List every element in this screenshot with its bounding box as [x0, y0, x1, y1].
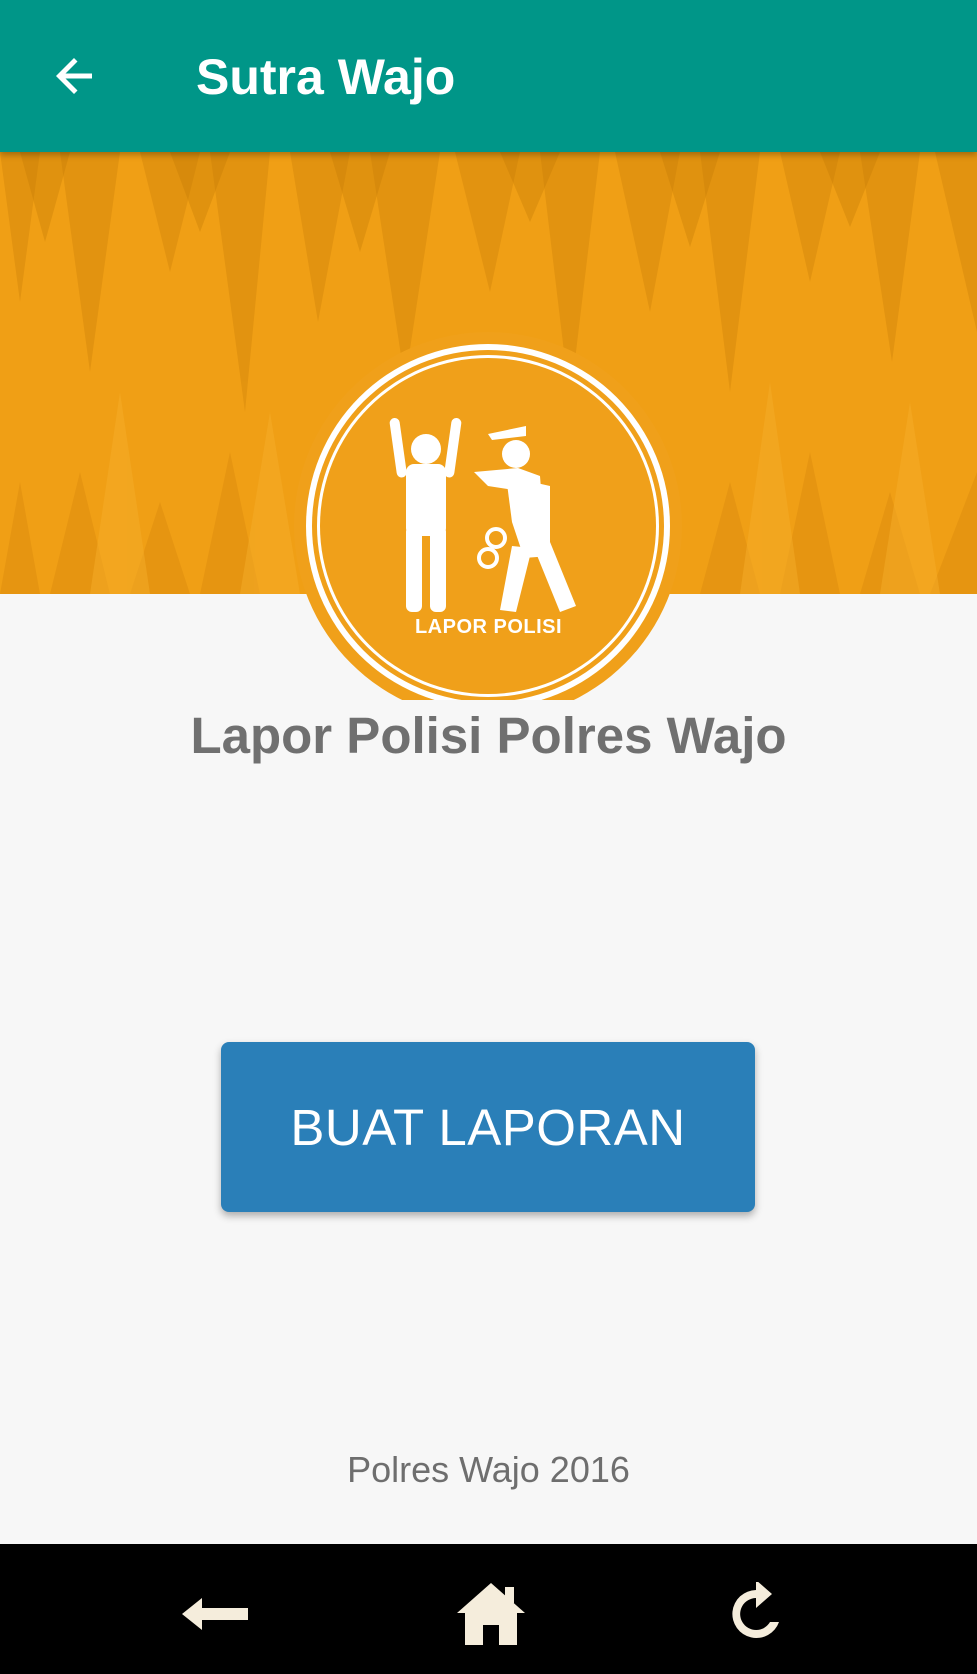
arrow-left-icon	[56, 58, 92, 94]
back-button[interactable]	[38, 38, 114, 114]
nav-refresh-button[interactable]	[701, 1564, 811, 1664]
app-title: Sutra Wajo	[196, 49, 456, 105]
navigation-bar	[0, 1544, 977, 1674]
nav-back-button[interactable]	[161, 1564, 271, 1664]
app-bar: Sutra Wajo	[0, 0, 977, 152]
create-report-button[interactable]: BUAT LAPORAN	[221, 1042, 755, 1212]
back-arrow-icon	[182, 1598, 248, 1630]
refresh-icon	[732, 1582, 779, 1638]
page-headline: Lapor Polisi Polres Wajo	[190, 707, 787, 764]
home-icon	[457, 1583, 525, 1645]
logo-label: LAPOR POLISI	[414, 616, 563, 638]
lapor-polisi-logo: LAPOR POLISI	[288, 326, 689, 700]
footer-text: Polres Wajo 2016	[347, 1449, 630, 1490]
nav-home-button[interactable]	[436, 1564, 546, 1664]
